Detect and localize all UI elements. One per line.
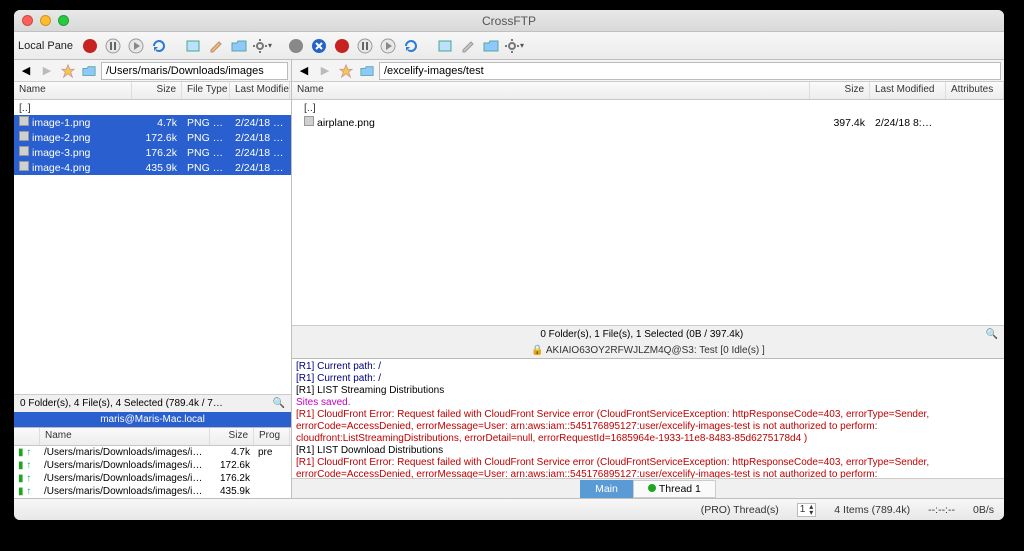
remote-path-input[interactable]: /excelify-images/test — [379, 62, 1001, 80]
queue-row[interactable]: ▮ ↑/Users/maris/Downloads/images/im…435.… — [14, 485, 291, 498]
app-window: CrossFTP Local Pane ▾ ▾ ◀ ▶ — [14, 10, 1004, 520]
bookmark-button[interactable] — [59, 62, 77, 80]
local-grid-header: Name Size File Type Last Modified — [14, 82, 291, 100]
log-line: Sites saved. — [296, 397, 1000, 409]
disconnect-button[interactable] — [286, 36, 306, 56]
log-tabs: Main Thread 1 — [292, 478, 1004, 498]
queue-row[interactable]: ▮ ↑/Users/maris/Downloads/images/im…4.7k… — [14, 446, 291, 459]
queue-header: Name Size Prog — [14, 428, 291, 446]
remote-edit-button[interactable] — [458, 36, 478, 56]
log-line: [R1] CloudFront Error: Request failed wi… — [296, 409, 1000, 445]
col-modified[interactable]: Last Modified — [870, 82, 946, 99]
queue-row[interactable]: ▮ ↑/Users/maris/Downloads/images/im…172.… — [14, 459, 291, 472]
statusbar: (PRO) Thread(s) 1▴▾ 4 Items (789.4k) --:… — [14, 498, 1004, 520]
search-icon[interactable]: 🔍 — [273, 398, 285, 409]
forward-button[interactable]: ▶ — [316, 62, 334, 80]
remote-summary: 0 Folder(s), 1 File(s), 1 Selected (0B /… — [292, 325, 1004, 343]
pause-button[interactable] — [103, 36, 123, 56]
folder-icon — [80, 62, 98, 80]
threads-stepper[interactable]: 1▴▾ — [797, 503, 817, 517]
edit-button[interactable] — [206, 36, 226, 56]
col-size[interactable]: Size — [132, 82, 182, 99]
settings-button[interactable]: ▾ — [252, 36, 272, 56]
remote-open-folder-button[interactable] — [481, 36, 501, 56]
local-summary: 0 Folder(s), 4 File(s), 4 Selected (789.… — [14, 394, 291, 412]
abort-button[interactable] — [309, 36, 329, 56]
local-path-input[interactable]: /Users/maris/Downloads/images — [101, 62, 288, 80]
remote-pause-button[interactable] — [355, 36, 375, 56]
col-name[interactable]: Name — [14, 82, 132, 99]
local-file-list[interactable]: [..] image-1.png4.7kPNG File2/24/18 …ima… — [14, 100, 291, 394]
time-status: --:--:-- — [928, 504, 955, 516]
folder-icon — [358, 62, 376, 80]
remote-pathbar: ◀ ▶ /excelify-images/test — [292, 60, 1004, 82]
remote-file-list[interactable]: [..] airplane.png397.4k2/24/18 8:… — [292, 100, 1004, 325]
log-line: [R1] Current path: / — [296, 361, 1000, 373]
remote-grid-header: Name Size Last Modified Attributes — [292, 82, 1004, 100]
queue-row[interactable]: ▮ ↑/Users/maris/Downloads/images/im…176.… — [14, 472, 291, 485]
remote-host: 🔒 AKIAIO63OY2RFWJLZM4Q@S3: Test [0 Idle(… — [292, 343, 1004, 358]
back-button[interactable]: ◀ — [295, 62, 313, 80]
log-line: [R1] LIST Streaming Distributions — [296, 385, 1000, 397]
window-title: CrossFTP — [14, 14, 1004, 28]
col-size[interactable]: Size — [210, 428, 254, 445]
stop-button[interactable] — [80, 36, 100, 56]
local-pathbar: ◀ ▶ /Users/maris/Downloads/images — [14, 60, 291, 82]
remote-view-button[interactable] — [435, 36, 455, 56]
local-host: maris@Maris-Mac.local — [14, 412, 291, 427]
col-attrs[interactable]: Attributes — [946, 82, 1004, 99]
rate-status: 0B/s — [973, 504, 994, 516]
forward-button[interactable]: ▶ — [38, 62, 56, 80]
col-type[interactable]: File Type — [182, 82, 230, 99]
items-status: 4 Items (789.4k) — [834, 504, 910, 516]
col-name[interactable]: Name — [40, 428, 210, 445]
log-line: [R1] CloudFront Error: Request failed wi… — [296, 457, 1000, 478]
tab-thread-1[interactable]: Thread 1 — [633, 480, 716, 498]
col-modified[interactable]: Last Modified — [230, 82, 290, 99]
refresh-button[interactable] — [149, 36, 169, 56]
parent-dir[interactable]: [..] — [14, 100, 291, 115]
file-row[interactable]: image-2.png172.6kPNG File2/24/18 … — [14, 130, 291, 145]
remote-settings-button[interactable]: ▾ — [504, 36, 524, 56]
bookmark-button[interactable] — [337, 62, 355, 80]
transfer-queue[interactable]: ▮ ↑/Users/maris/Downloads/images/im…4.7k… — [14, 446, 291, 498]
status-dot-icon — [648, 484, 656, 492]
search-icon[interactable]: 🔍 — [986, 329, 998, 340]
titlebar: CrossFTP — [14, 10, 1004, 32]
view-button[interactable] — [183, 36, 203, 56]
main-toolbar: Local Pane ▾ ▾ — [14, 32, 1004, 60]
file-row[interactable]: airplane.png397.4k2/24/18 8:… — [292, 115, 1004, 130]
open-folder-button[interactable] — [229, 36, 249, 56]
play-button[interactable] — [126, 36, 146, 56]
log-line: [R1] LIST Download Distributions — [296, 445, 1000, 457]
log-panel[interactable]: [R1] Current path: /[R1] Current path: /… — [292, 358, 1004, 478]
file-row[interactable]: image-3.png176.2kPNG File2/24/18 … — [14, 145, 291, 160]
col-name[interactable]: Name — [292, 82, 810, 99]
back-button[interactable]: ◀ — [17, 62, 35, 80]
tab-main[interactable]: Main — [580, 480, 633, 498]
col-size[interactable]: Size — [810, 82, 870, 99]
file-row[interactable]: image-1.png4.7kPNG File2/24/18 … — [14, 115, 291, 130]
remote-refresh-button[interactable] — [401, 36, 421, 56]
log-line: [R1] Current path: / — [296, 373, 1000, 385]
remote-stop-button[interactable] — [332, 36, 352, 56]
remote-play-button[interactable] — [378, 36, 398, 56]
local-pane-label: Local Pane — [18, 40, 73, 52]
file-row[interactable]: image-4.png435.9kPNG File2/24/18 … — [14, 160, 291, 175]
parent-dir[interactable]: [..] — [292, 100, 1004, 115]
threads-label: (PRO) Thread(s) — [701, 504, 779, 516]
col-prog[interactable]: Prog — [254, 428, 290, 445]
